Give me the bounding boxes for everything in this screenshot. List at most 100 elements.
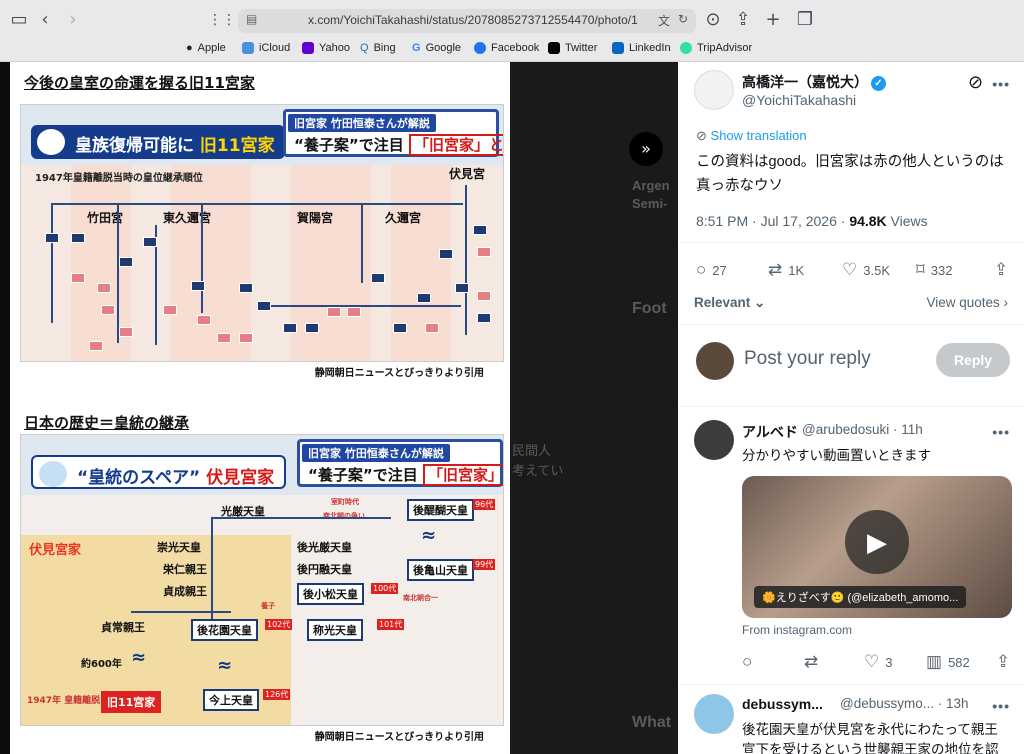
bookmark-count: 332: [930, 262, 953, 278]
reply-action[interactable]: ○ 27: [696, 260, 727, 280]
tree-subtitle: 1947年皇籍離脱当時の皇位継承順位: [35, 173, 203, 184]
sidebar-toggle-icon[interactable]: ▭: [8, 9, 30, 31]
bookmark-apple[interactable]: ● Apple: [186, 42, 226, 54]
view-quotes-link[interactable]: View quotes ›: [926, 295, 1008, 310]
reply-action[interactable]: ○: [742, 652, 752, 672]
background-text: 考えてい: [512, 463, 564, 478]
person-box: [163, 305, 177, 315]
bookmark-tripadvisor[interactable]: TripAdvisor: [680, 42, 752, 54]
download-icon[interactable]: ⊙: [702, 9, 724, 31]
views-action[interactable]: ▥ 582: [926, 652, 970, 672]
tv-title: “皇統のスペア” 伏見宮家: [31, 455, 287, 489]
bookmark-label: Apple: [197, 42, 226, 54]
share-icon: ⇪: [994, 260, 1009, 279]
emperor-label: 後光厳天皇: [297, 541, 352, 554]
person-box: [257, 301, 271, 311]
caption-main-a: “養子案”で注目: [294, 136, 404, 154]
reply-author-name[interactable]: アルベド: [742, 422, 798, 442]
person-box: [97, 283, 111, 293]
tree-line: [117, 203, 119, 343]
avatar[interactable]: [694, 70, 734, 110]
bookmark-facebook[interactable]: Facebook: [474, 42, 539, 54]
more-icon[interactable]: •••: [992, 698, 1010, 714]
views-count: 94.8K: [849, 213, 887, 229]
approx-sign: ≈: [421, 525, 437, 546]
tab-overview-icon[interactable]: ❐: [794, 9, 816, 31]
like-action[interactable]: ♡ 3.5K: [842, 260, 890, 280]
background-text: 民間人: [512, 443, 552, 458]
bookmark-bing[interactable]: Q Bing: [360, 42, 396, 54]
reply-icon: ○: [696, 260, 707, 279]
bookmark-action[interactable]: ⌑ 332: [916, 260, 952, 280]
reply-author-handle[interactable]: @debussymo... · 13h: [840, 696, 969, 711]
url-text: x.com/YoichiTakahashi/status/20780852737…: [308, 13, 638, 27]
more-icon[interactable]: •••: [992, 76, 1010, 92]
reply-button[interactable]: Reply: [936, 343, 1010, 377]
tab-grid-icon[interactable]: ⋮⋮: [208, 9, 236, 31]
browser-chrome: ▭ ‹ › ⋮⋮ ▤ x.com/YoichiTakahashi/status/…: [0, 0, 1024, 62]
sort-dropdown[interactable]: Relevant ⌄: [694, 295, 765, 311]
sort-label: Relevant: [694, 295, 751, 310]
divider: [678, 242, 1024, 243]
bookmark-yahoo[interactable]: Yahoo: [302, 42, 350, 54]
expand-sidebar-button[interactable]: »: [629, 132, 663, 166]
emperor-box: 後亀山天皇: [407, 559, 474, 581]
share-icon[interactable]: ⇪: [732, 9, 754, 31]
show-translation-link[interactable]: ⊘ Show translation: [696, 128, 807, 144]
address-bar[interactable]: ▤ x.com/YoichiTakahashi/status/207808527…: [238, 9, 696, 33]
author-handle[interactable]: @YoichiTakahashi: [742, 92, 856, 108]
family-tree-chart: 伏見宮家 光厳天皇 崇光天皇 栄仁親王 貞成親王 貞常親王 後光厳天皇 後円融天…: [21, 495, 503, 725]
reply-author-handle[interactable]: @arubedosuki · 11h: [802, 422, 923, 437]
reply-avatar[interactable]: [694, 694, 734, 734]
bookmark-icloud[interactable]: iCloud: [242, 42, 290, 54]
person-box: [477, 291, 491, 301]
forward-icon[interactable]: ›: [62, 9, 84, 31]
grok-icon[interactable]: ⊘: [968, 72, 983, 93]
tree-line: [361, 203, 363, 283]
views-label: Views: [886, 213, 928, 229]
person-box: [71, 233, 85, 243]
chevron-down-icon: ⌄: [750, 295, 766, 310]
caption-main: “養子案”で注目 「旧宮家」とは: [308, 464, 503, 486]
reply-input[interactable]: Post your reply: [744, 348, 871, 370]
tweet-time[interactable]: 8:51 PM · Jul 17, 2026 ·: [696, 213, 849, 229]
house-label: 賀陽宮: [297, 211, 334, 225]
browser-toolbar: ▭ ‹ › ⋮⋮ ▤ x.com/YoichiTakahashi/status/…: [0, 0, 1024, 40]
share-action[interactable]: ⇪: [996, 652, 1010, 672]
bookmark-label: iCloud: [259, 42, 291, 54]
bookmarks-bar: ● Apple iCloud Yahoo Q Bing G Google Facebo…: [0, 40, 1024, 60]
more-icon[interactable]: •••: [992, 424, 1010, 440]
repost-action[interactable]: ⇄ 1K: [768, 260, 804, 280]
conflict-label: 南北朝の争い: [323, 512, 365, 520]
play-icon[interactable]: ▶: [845, 510, 909, 574]
video-card[interactable]: ▶ 🌼えりざべす🙂 (@elizabeth_amomo...: [742, 476, 1012, 618]
reload-icon[interactable]: ↻: [678, 12, 688, 26]
card-source[interactable]: From instagram.com: [742, 623, 852, 637]
new-tab-icon[interactable]: +: [762, 9, 784, 31]
caption-top: 旧宮家 竹田恒泰さんが解説: [288, 114, 436, 132]
translate-icon[interactable]: 文: [658, 12, 670, 29]
reply-avatar[interactable]: [694, 420, 734, 460]
views-count: 582: [948, 654, 970, 670]
repost-action[interactable]: ⇄: [804, 652, 818, 672]
slide-heading: 日本の歴史＝皇統の継承: [24, 414, 190, 432]
caption-top: 旧宮家 竹田恒泰さんが解説: [302, 444, 450, 462]
background-text: What: [632, 714, 672, 731]
share-action[interactable]: ⇪: [994, 260, 1008, 280]
dimmed-background: Argen Semi- Foot 民間人 考えてい What: [510, 62, 678, 754]
fushimi-label: 伏見宮家: [29, 543, 82, 558]
reply-text: 宣下を受けるという世襲親王家の地位を認: [742, 742, 999, 754]
bookmark-label: Facebook: [491, 42, 540, 54]
bookmark-linkedin[interactable]: LinkedIn: [612, 42, 671, 54]
bookmark-label: Yahoo: [319, 42, 350, 54]
bookmark-twitter[interactable]: Twitter: [548, 42, 597, 54]
like-count: 3: [885, 654, 893, 670]
reply-author-name[interactable]: debussym...: [742, 696, 823, 712]
bookmark-google[interactable]: G Google: [412, 42, 461, 54]
house-label: 東久邇宮: [163, 211, 212, 225]
like-action[interactable]: ♡ 3: [864, 652, 892, 672]
emperor-box: 後醍醐天皇: [407, 499, 474, 521]
author-name[interactable]: 高橋洋一（嘉悦大） ✓: [742, 72, 886, 92]
back-icon[interactable]: ‹: [34, 9, 56, 31]
divider: [678, 324, 1024, 325]
